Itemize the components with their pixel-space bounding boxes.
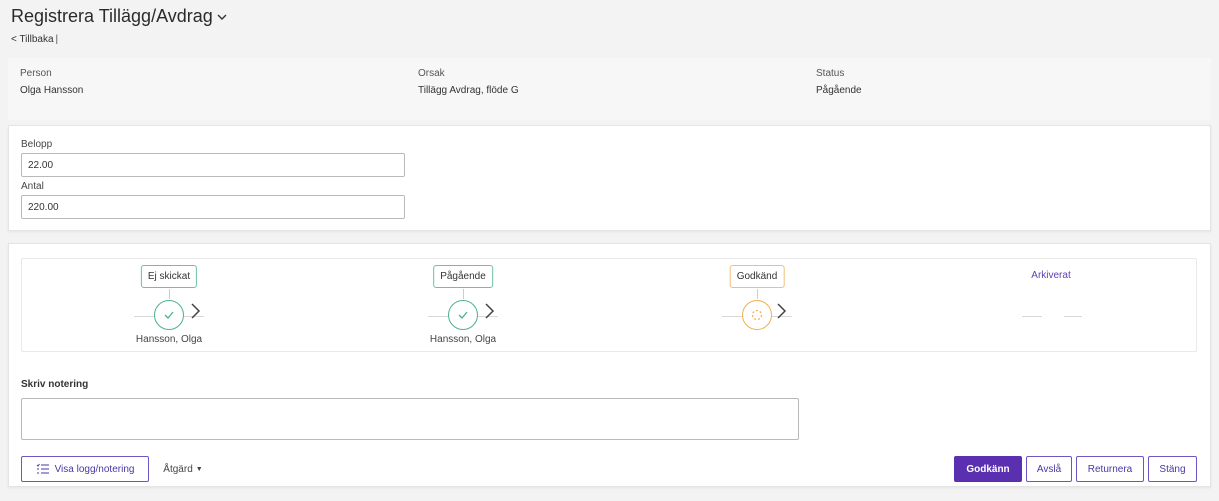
chevron-right-icon xyxy=(484,302,496,326)
count-input[interactable]: 220.00 xyxy=(21,195,405,219)
person-label: Person xyxy=(20,68,52,79)
connector xyxy=(169,289,170,299)
person-info: Person Olga Hansson xyxy=(20,68,83,96)
back-link[interactable]: < Tillbaka xyxy=(11,34,54,45)
step-badge: Arkiverat xyxy=(1025,265,1077,286)
step-ej-skickat: Ej skickat Hansson, Olga xyxy=(22,259,316,353)
close-button[interactable]: Stäng xyxy=(1148,456,1197,482)
spinner-icon xyxy=(742,300,772,330)
step-badge: Ej skickat xyxy=(140,265,198,288)
progress-line xyxy=(1064,316,1082,317)
step-badge: Godkänd xyxy=(729,265,785,288)
show-log-label: Visa logg/notering xyxy=(54,463,135,475)
caret-down-icon: ▼ xyxy=(195,465,203,473)
connector xyxy=(757,289,758,299)
workflow-panel: Ej skickat Hansson, Olga Pågående Hansso… xyxy=(8,243,1211,487)
reason-info: Orsak Tillägg Avdrag, flöde G xyxy=(418,68,519,96)
chevron-down-icon[interactable] xyxy=(217,12,227,22)
return-button[interactable]: Returnera xyxy=(1076,456,1144,482)
action-dropdown-label: Åtgärd xyxy=(163,463,193,475)
page-title[interactable]: Registrera Tillägg/Avdrag xyxy=(11,6,227,27)
check-circle-icon xyxy=(154,300,184,330)
count-label: Antal xyxy=(21,181,44,192)
amount-input[interactable]: 22.00 xyxy=(21,153,405,177)
connector xyxy=(463,289,464,299)
reason-label: Orsak xyxy=(418,68,445,79)
note-label: Skriv notering xyxy=(21,379,89,390)
step-godkand: Godkänd xyxy=(610,259,904,353)
chevron-right-icon xyxy=(190,302,202,326)
amount-label: Belopp xyxy=(21,139,53,150)
note-textarea[interactable] xyxy=(21,398,799,440)
step-arkiverat: Arkiverat xyxy=(904,259,1198,353)
status-value: Pågående xyxy=(816,85,862,96)
info-panel: Person Olga Hansson Orsak Tillägg Avdrag… xyxy=(8,58,1211,120)
approve-button[interactable]: Godkänn xyxy=(954,456,1022,482)
reject-button[interactable]: Avslå xyxy=(1026,456,1072,482)
person-value: Olga Hansson xyxy=(20,85,84,96)
step-person: Hansson, Olga xyxy=(429,334,497,345)
page-title-text: Registrera Tillägg/Avdrag xyxy=(11,6,213,26)
status-info: Status Pågående xyxy=(816,68,862,96)
step-person: Hansson, Olga xyxy=(135,334,203,345)
step-pagaende: Pågående Hansson, Olga xyxy=(316,259,610,353)
amount-form: Belopp 22.00 Antal 220.00 xyxy=(8,125,1211,231)
workflow-stepper: Ej skickat Hansson, Olga Pågående Hansso… xyxy=(21,258,1197,352)
progress-line xyxy=(1022,316,1042,317)
breadcrumb: < Tillbaka | xyxy=(11,34,58,45)
show-log-button[interactable]: Visa logg/notering xyxy=(21,456,149,482)
chevron-right-icon xyxy=(776,302,788,326)
action-dropdown[interactable]: Åtgärd ▼ xyxy=(158,456,208,482)
list-icon xyxy=(36,463,49,474)
status-label: Status xyxy=(816,68,845,79)
breadcrumb-separator: | xyxy=(55,34,59,45)
step-badge: Pågående xyxy=(433,265,493,288)
check-circle-icon xyxy=(448,300,478,330)
reason-value: Tillägg Avdrag, flöde G xyxy=(418,85,519,96)
